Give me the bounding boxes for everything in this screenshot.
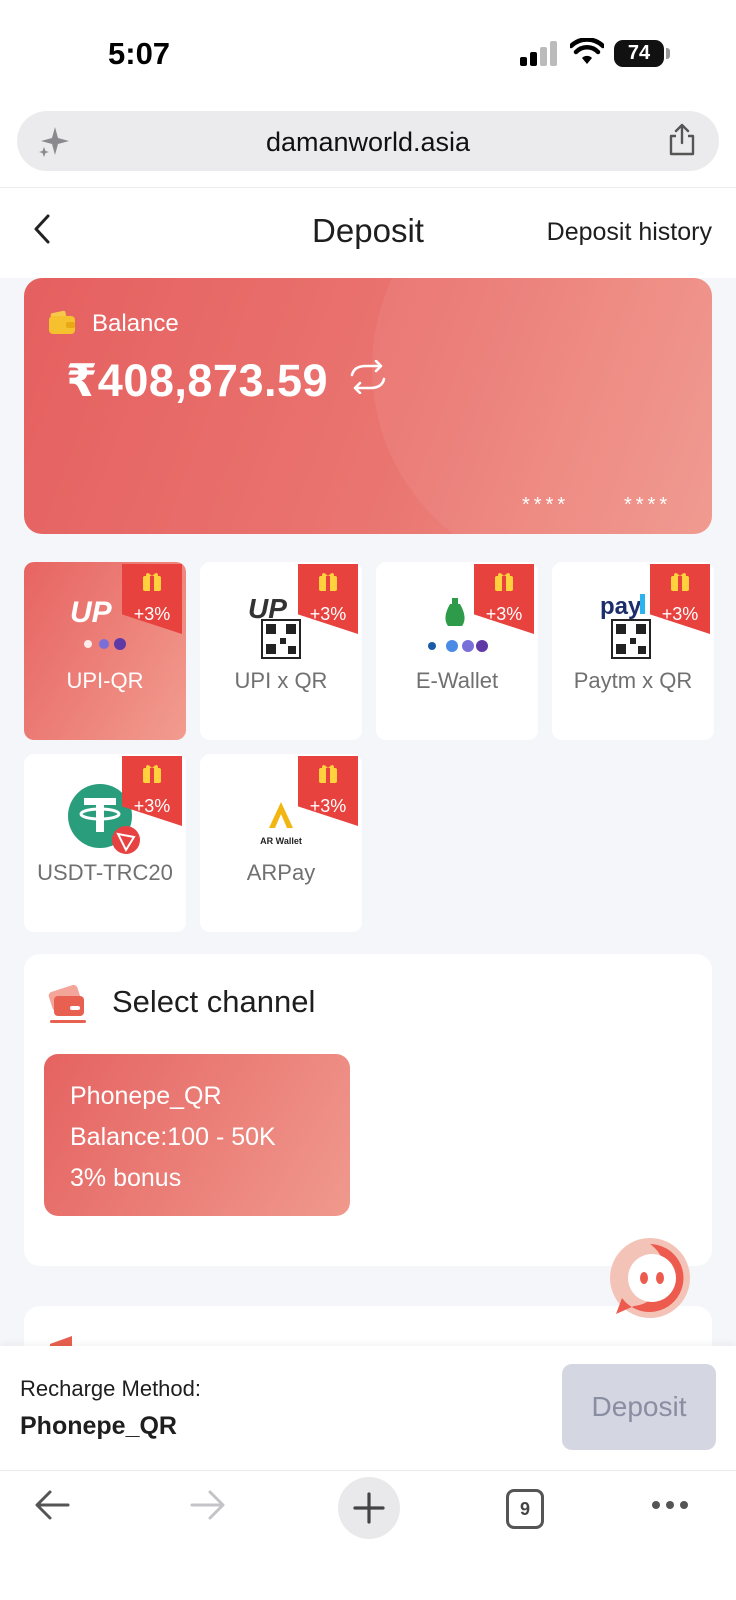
recharge-bar: Recharge Method: Phonepe_QR Deposit xyxy=(0,1346,736,1470)
channel-range: Balance:100 - 50K xyxy=(70,1123,276,1151)
bonus-badge: +3% xyxy=(122,564,182,634)
address-bar[interactable]: damanworld.asia xyxy=(17,111,719,171)
masked-card-number-1: **** xyxy=(522,494,570,516)
method-usdt-trc20[interactable]: +3% USDT-TRC20 xyxy=(24,754,186,932)
method-label: UPI-QR xyxy=(66,668,144,693)
wifi-icon xyxy=(570,38,604,64)
balance-card: Balance ₹408,873.59 **** **** xyxy=(24,278,712,534)
browser-forward-icon[interactable] xyxy=(188,1485,228,1525)
bonus-badge: +3% xyxy=(298,564,358,634)
method-label: UPI x QR xyxy=(234,668,328,693)
tabs-count-button[interactable]: 9 xyxy=(506,1489,544,1529)
browser-toolbar: 9 xyxy=(0,1470,736,1600)
balance-amount: ₹408,873.59 xyxy=(66,355,329,406)
select-channel-section: Select channel Phonepe_QR Balance:100 - … xyxy=(24,954,712,1266)
gift-icon xyxy=(671,573,689,591)
method-label: ARPay xyxy=(246,860,316,885)
status-bar: 5:07 74 xyxy=(0,0,736,108)
channel-name: Phonepe_QR xyxy=(70,1082,222,1110)
method-label: Paytm x QR xyxy=(573,668,693,693)
bonus-badge: +3% xyxy=(122,756,182,826)
wallet-icon xyxy=(49,310,75,334)
more-options-icon[interactable] xyxy=(650,1499,690,1511)
method-label: USDT-TRC20 xyxy=(37,860,173,885)
url-text: damanworld.asia xyxy=(265,127,471,157)
browser-address-area: damanworld.asia xyxy=(0,108,736,188)
bonus-badge: +3% xyxy=(474,564,534,634)
gift-icon xyxy=(319,765,337,783)
gift-icon xyxy=(143,765,161,783)
channel-card-phonepe-qr[interactable]: Phonepe_QR Balance:100 - 50K 3% bonus xyxy=(44,1054,350,1216)
method-upi-x-qr[interactable]: UP +3% UPI x QR xyxy=(200,562,362,740)
svg-text:pay: pay xyxy=(600,593,642,620)
refresh-icon[interactable] xyxy=(346,360,390,394)
recharge-method-value: Phonepe_QR xyxy=(20,1412,177,1440)
ar-wallet-logo-text: AR Wallet xyxy=(260,836,302,846)
method-arpay[interactable]: AR Wallet +3% ARPay xyxy=(200,754,362,932)
share-icon[interactable] xyxy=(667,123,697,157)
gift-icon xyxy=(143,573,161,591)
deposit-button[interactable]: Deposit xyxy=(562,1364,716,1450)
svg-text:UP: UP xyxy=(70,596,113,629)
deposit-history-link[interactable]: Deposit history xyxy=(547,218,712,247)
balance-label: Balance xyxy=(92,310,179,337)
status-time: 5:07 xyxy=(108,36,171,71)
card-icon xyxy=(48,984,86,1023)
browser-back-icon[interactable] xyxy=(32,1485,72,1525)
recharge-method-label: Recharge Method: xyxy=(20,1376,201,1401)
bonus-badge: +3% xyxy=(298,756,358,826)
method-e-wallet[interactable]: +3% E-Wallet xyxy=(376,562,538,740)
gift-icon xyxy=(495,573,513,591)
gift-icon xyxy=(319,573,337,591)
method-paytm-x-qr[interactable]: pay +3% Paytm x QR xyxy=(552,562,714,740)
channel-bonus: 3% bonus xyxy=(70,1164,182,1192)
method-upi-qr[interactable]: UP +3% UPI-QR xyxy=(24,562,186,740)
plus-icon xyxy=(353,1492,385,1524)
method-label: E-Wallet xyxy=(415,668,499,693)
cellular-signal-icon xyxy=(520,40,558,66)
bonus-badge: +3% xyxy=(650,564,710,634)
customer-service-chat-icon[interactable] xyxy=(606,1236,694,1324)
select-channel-title: Select channel xyxy=(112,984,316,1019)
new-tab-button[interactable] xyxy=(338,1477,400,1539)
battery-indicator: 74 xyxy=(614,40,670,67)
masked-card-number-2: **** xyxy=(624,494,672,516)
page-header: Deposit Deposit history xyxy=(0,188,736,278)
